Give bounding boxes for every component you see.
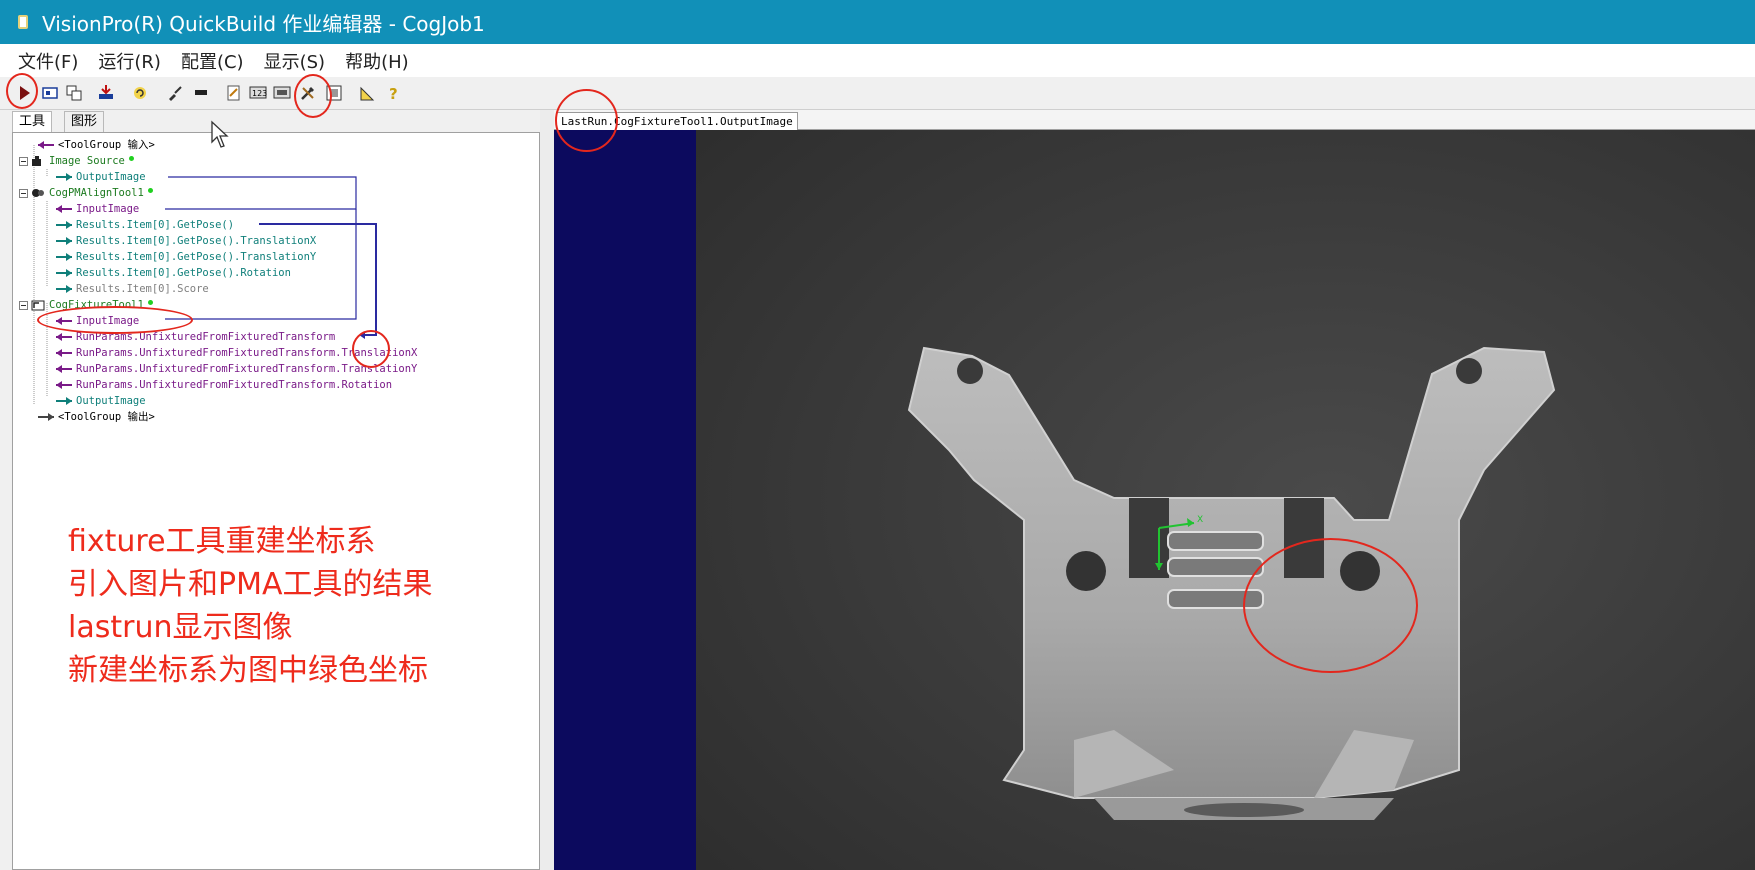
- annotation-line: fixture工具重建坐标系: [68, 524, 376, 559]
- svg-text:?: ?: [389, 85, 398, 102]
- tree-row-output[interactable]: Results.Item[0].Score: [55, 281, 209, 297]
- output-arrow-icon: [55, 284, 73, 294]
- svg-text:X: X: [1197, 515, 1203, 525]
- menu-help[interactable]: 帮助(H): [337, 48, 417, 74]
- fixture-tool-icon: [31, 299, 45, 311]
- menu-display[interactable]: 显示(S): [256, 48, 333, 74]
- tree-row-output[interactable]: Results.Item[0].GetPose().TranslationY: [55, 249, 316, 265]
- tree-label: OutputImage: [76, 395, 146, 407]
- input-arrow-icon: [55, 364, 73, 374]
- status-dot-icon: [147, 187, 153, 193]
- tool-tree-panel: <ToolGroup 输入> Image Source OutputImage …: [12, 132, 540, 870]
- collapse-icon[interactable]: [19, 188, 28, 198]
- tree-label: <ToolGroup 输出>: [58, 411, 155, 423]
- tree-label: CogPMAlignTool1: [49, 187, 144, 199]
- tree-label: OutputImage: [76, 171, 146, 183]
- tree-label: <ToolGroup 输入>: [58, 139, 155, 151]
- collapse-icon[interactable]: [19, 300, 28, 310]
- import-icon[interactable]: [96, 83, 116, 103]
- output-arrow-icon: [55, 396, 73, 406]
- annotation-circle: [1243, 538, 1418, 673]
- tree-row-output[interactable]: Results.Item[0].GetPose(): [55, 217, 234, 233]
- output-arrow-icon: [55, 220, 73, 230]
- display-icon[interactable]: [272, 83, 292, 103]
- input-arrow-icon: [55, 348, 73, 358]
- menu-bar: 文件(F) 运行(R) 配置(C) 显示(S) 帮助(H): [0, 44, 1755, 78]
- menu-config[interactable]: 配置(C): [173, 48, 252, 74]
- annotation-circle: [294, 74, 332, 118]
- ruler-icon[interactable]: [358, 83, 378, 103]
- window-icon[interactable]: [64, 83, 84, 103]
- grid-icon[interactable]: 123: [248, 83, 268, 103]
- menu-file[interactable]: 文件(F): [10, 48, 86, 74]
- tree-row-input[interactable]: InputImage: [55, 201, 139, 217]
- edit-icon[interactable]: [224, 83, 244, 103]
- input-arrow-icon: [55, 332, 73, 342]
- tree-row-image-source[interactable]: Image Source: [19, 153, 134, 169]
- tree-label: InputImage: [76, 203, 140, 215]
- output-arrow-icon: [55, 172, 73, 182]
- tree-row-output[interactable]: Results.Item[0].GetPose().Rotation: [55, 265, 291, 281]
- tab-graphics[interactable]: 图形: [64, 111, 105, 132]
- tree-label: Results.Item[0].Score: [76, 283, 209, 295]
- annotation-circle: [555, 89, 618, 152]
- tree-row-toolgroup-output[interactable]: <ToolGroup 输出>: [37, 409, 155, 425]
- output-arrow-icon: [55, 268, 73, 278]
- status-dot-icon: [128, 155, 134, 161]
- annotation-circle: [6, 73, 38, 109]
- input-arrow-icon: [55, 204, 73, 214]
- status-dot-icon: [147, 299, 153, 305]
- tree-label: Results.Item[0].GetPose().Rotation: [76, 267, 291, 279]
- brush-icon[interactable]: [165, 83, 185, 103]
- tree-row-pmalign-tool[interactable]: CogPMAlignTool1: [19, 185, 153, 201]
- annotation-line: lastrun显示图像: [68, 610, 293, 645]
- window-title: VisionPro(R) QuickBuild 作业编辑器 - CogJob1: [42, 11, 485, 36]
- tree-label: Image Source: [49, 155, 125, 167]
- output-arrow-icon: [37, 412, 55, 422]
- tree-label: Results.Item[0].GetPose(): [76, 219, 235, 231]
- camera-icon: [31, 155, 45, 167]
- panel-tabs: 工具 图形: [0, 111, 540, 132]
- output-arrow-icon: [55, 252, 73, 262]
- svg-text:123: 123: [252, 89, 267, 98]
- window-titlebar: VisionPro(R) QuickBuild 作业编辑器 - CogJob1: [0, 0, 1755, 44]
- tree-row-toolgroup-input[interactable]: <ToolGroup 输入>: [37, 137, 155, 153]
- tree-row-input[interactable]: RunParams.UnfixturedFromFixturedTransfor…: [55, 377, 392, 393]
- help-icon[interactable]: ?: [384, 83, 404, 103]
- part-image: X: [696, 130, 1755, 870]
- pmalign-tool-icon: [31, 187, 45, 199]
- annotation-line: 引入图片和PMA工具的结果: [68, 567, 433, 602]
- toolbar: 123 ?: [0, 77, 1755, 110]
- output-arrow-icon: [55, 236, 73, 246]
- annotation-circle: [37, 306, 193, 334]
- input-arrow-icon: [55, 380, 73, 390]
- app-icon: [18, 15, 28, 29]
- annotation-circle: [352, 330, 390, 368]
- collapse-icon[interactable]: [19, 156, 28, 166]
- panel-splitter[interactable]: [540, 110, 554, 870]
- tree-row-output[interactable]: Results.Item[0].GetPose().TranslationX: [55, 233, 316, 249]
- refresh-icon[interactable]: [130, 83, 150, 103]
- tree-row-output[interactable]: OutputImage: [55, 169, 146, 185]
- image-icon[interactable]: [40, 83, 60, 103]
- tab-tools[interactable]: 工具: [12, 111, 53, 132]
- menu-run[interactable]: 运行(R): [90, 48, 169, 74]
- tree-row-output[interactable]: OutputImage: [55, 393, 146, 409]
- input-arrow-icon: [37, 140, 55, 150]
- annotation-line: 新建坐标系为图中绿色坐标: [68, 653, 428, 688]
- tree-label: RunParams.UnfixturedFromFixturedTransfor…: [76, 379, 393, 391]
- tree-label: Results.Item[0].GetPose().TranslationX: [76, 235, 317, 247]
- tree-label: Results.Item[0].GetPose().TranslationY: [76, 251, 317, 263]
- marker-icon[interactable]: [191, 83, 211, 103]
- mouse-cursor-icon: [210, 120, 232, 154]
- image-panel-header: LastRun.CogFixtureTool1.OutputImage: [554, 110, 1755, 130]
- image-display[interactable]: X: [554, 130, 1755, 870]
